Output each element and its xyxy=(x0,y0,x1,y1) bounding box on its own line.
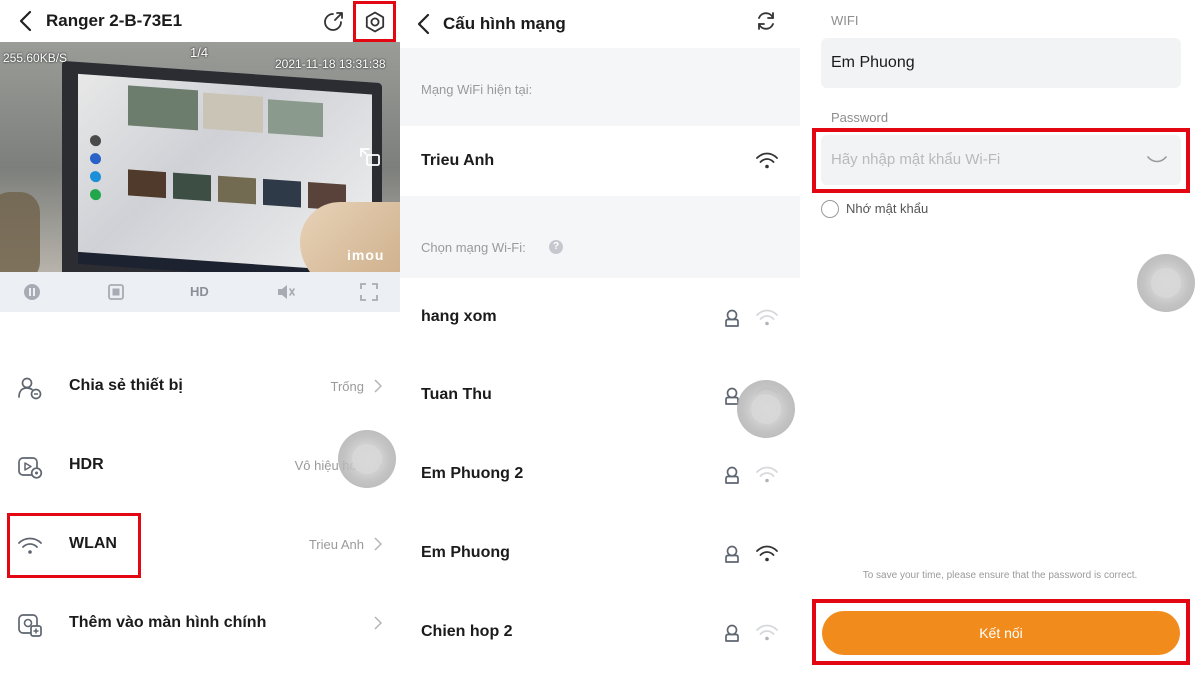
hd-quality-toggle[interactable]: HD xyxy=(190,284,209,299)
network-row[interactable]: Chien hop 2 xyxy=(400,594,800,672)
back-arrow-icon[interactable] xyxy=(16,9,38,33)
switch-view-icon[interactable] xyxy=(358,146,382,168)
share-external-icon[interactable] xyxy=(322,9,346,33)
network-name: Tuan Thu xyxy=(421,386,492,403)
wifi-signal-strong-icon xyxy=(756,152,778,169)
network-name: Trieu Anh xyxy=(421,152,495,169)
network-row[interactable]: hang xom xyxy=(400,279,800,357)
lock-icon xyxy=(725,309,739,327)
bitrate-readout: 255.60KB/S xyxy=(3,51,68,65)
chevron-right-icon xyxy=(374,537,382,551)
choose-network-section: Chọn mạng Wi-Fi: ? xyxy=(400,196,800,278)
wifi-label: WIFI xyxy=(831,13,859,28)
menu-item-label: Chia sẻ thiết bị xyxy=(69,377,183,394)
video-control-bar: HD xyxy=(0,272,400,312)
refresh-icon[interactable] xyxy=(755,10,777,32)
menu-item-label: HDR xyxy=(69,456,104,473)
share-device-icon xyxy=(18,377,42,400)
network-name: hang xom xyxy=(421,308,497,325)
menu-item-share-device[interactable]: Chia sẻ thiết bị Trống xyxy=(0,357,400,417)
remember-password-checkbox[interactable] xyxy=(821,200,839,218)
touch-indicator xyxy=(1137,254,1195,312)
menu-item-label: Thêm vào màn hình chính xyxy=(69,614,267,631)
connect-highlight-box xyxy=(812,599,1190,665)
network-header: Cấu hình mạng xyxy=(400,0,800,48)
remember-password-label: Nhớ mật khẩu xyxy=(846,201,929,216)
live-video-feed[interactable]: 255.60KB/S 1/4 2021-11-18 13:31:38 imou xyxy=(0,42,400,272)
password-highlight-box xyxy=(812,128,1190,193)
channel-page-indicator: 1/4 xyxy=(190,45,209,60)
current-network-row: Trieu Anh xyxy=(400,126,800,196)
menu-item-value: Trống xyxy=(330,379,364,394)
chevron-right-icon xyxy=(374,379,382,393)
touch-indicator xyxy=(338,430,396,488)
network-row[interactable]: Em Phuong xyxy=(400,515,800,593)
pause-icon[interactable] xyxy=(22,282,42,302)
device-title: Ranger 2-B-73E1 xyxy=(46,11,183,30)
device-settings-panel: Ranger 2-B-73E1 255.60KB/S 1/4 2021-11-1… xyxy=(0,0,400,675)
wifi-signal-strong-icon xyxy=(756,545,778,562)
current-network-label: Mạng WiFi hiện tại: xyxy=(421,82,533,97)
page-title: Cấu hình mạng xyxy=(443,14,566,33)
wifi-signal-weak-icon xyxy=(756,466,778,483)
fullscreen-icon[interactable] xyxy=(359,282,379,302)
settings-highlight-box xyxy=(353,1,396,42)
help-icon[interactable]: ? xyxy=(549,240,563,254)
wifi-signal-weak-icon xyxy=(756,624,778,641)
device-header: Ranger 2-B-73E1 xyxy=(0,0,400,42)
network-name: Em Phuong 2 xyxy=(421,465,524,482)
network-name: Em Phuong xyxy=(421,544,510,561)
password-hint-note: To save your time, please ensure that th… xyxy=(862,570,1138,581)
lock-icon xyxy=(725,624,739,642)
video-scene-plant xyxy=(0,192,40,272)
add-home-icon xyxy=(18,614,42,637)
touch-indicator xyxy=(737,380,795,438)
network-name: Chien hop 2 xyxy=(421,623,513,640)
chevron-right-icon xyxy=(374,616,382,630)
current-network-section: Mạng WiFi hiện tại: xyxy=(400,48,800,126)
password-label: Password xyxy=(831,110,889,125)
wifi-name-value: Em Phuong xyxy=(831,54,915,71)
network-config-panel: Cấu hình mạng Mạng WiFi hiện tại: Trieu … xyxy=(400,0,800,675)
menu-item-add-home[interactable]: Thêm vào màn hình chính xyxy=(0,594,400,654)
mute-icon[interactable] xyxy=(276,282,296,302)
hdr-icon xyxy=(18,457,43,479)
choose-network-label: Chọn mạng Wi-Fi: xyxy=(421,240,526,255)
back-arrow-icon[interactable] xyxy=(414,12,436,36)
lock-icon xyxy=(725,466,739,484)
menu-item-value: Trieu Anh xyxy=(308,537,364,552)
lock-icon xyxy=(725,545,739,563)
wifi-signal-weak-icon xyxy=(756,309,778,326)
video-timestamp: 2021-11-18 13:31:38 xyxy=(275,57,386,71)
gear-icon[interactable] xyxy=(364,11,386,33)
wifi-password-panel: WIFI Em Phuong Password Hãy nhập mật khẩ… xyxy=(800,0,1200,675)
wifi-name-field[interactable]: Em Phuong xyxy=(821,38,1181,88)
network-row[interactable]: Em Phuong 2 xyxy=(400,436,800,514)
stop-icon[interactable] xyxy=(106,282,126,302)
wlan-highlight-box xyxy=(7,513,141,578)
imou-watermark: imou xyxy=(347,247,385,263)
